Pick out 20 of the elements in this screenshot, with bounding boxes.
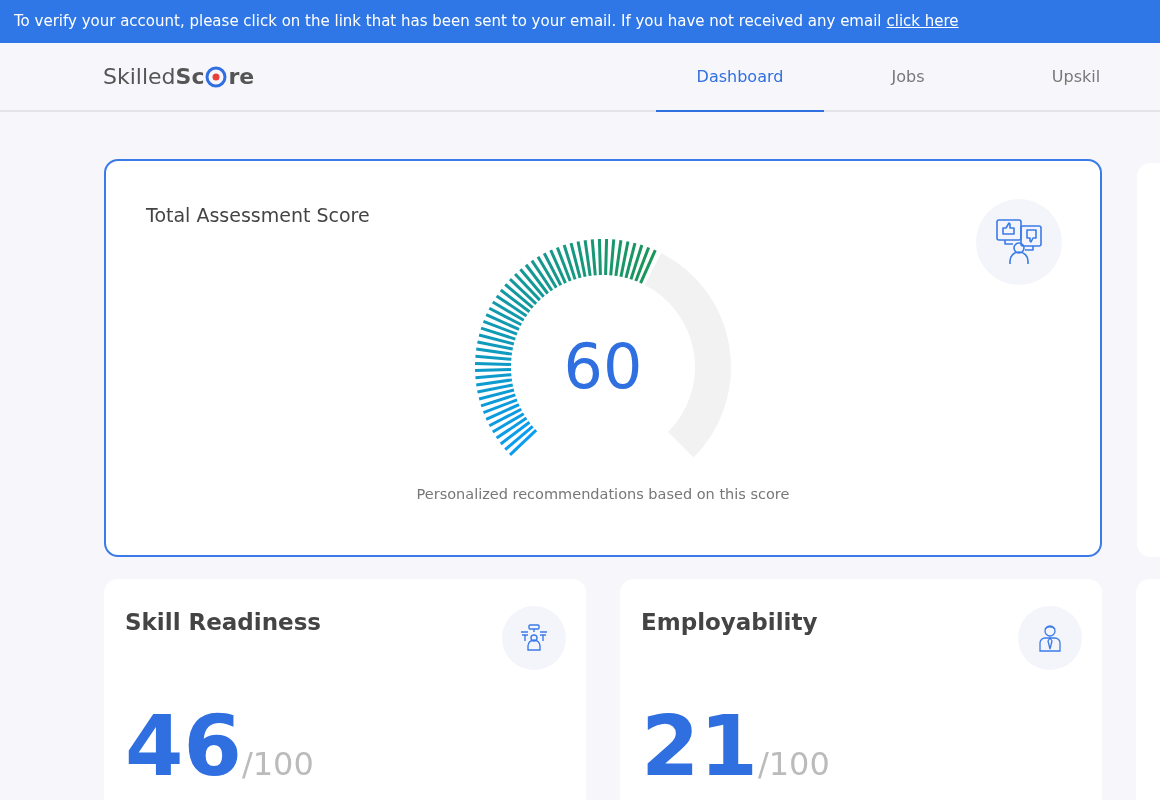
nav-tab[interactable]: Jobs [824, 43, 992, 112]
logo-text: re [228, 63, 255, 91]
score-value: 60 [563, 336, 643, 398]
metric-suffix: /100 [241, 748, 314, 780]
target-icon [205, 65, 228, 88]
nav-tab[interactable]: Dashboard [656, 43, 824, 112]
metric-value: 46 [125, 704, 242, 788]
logo-text: Sc [175, 63, 205, 91]
metric-suffix: /100 [757, 748, 830, 780]
banner-text: To verify your account, please click on the link that has been sent to your email. If you have not received any email [14, 11, 882, 33]
person-tie-icon [1038, 623, 1062, 653]
metric-value: 21 [641, 704, 758, 788]
logo-text: Skilled [103, 63, 176, 91]
score-caption: Personalized recommendations based on this score [416, 485, 790, 504]
card-title: Skill Readiness [125, 608, 322, 637]
card-title: Total Assessment Score [146, 203, 370, 228]
nav-tab[interactable]: Upskil [992, 43, 1160, 112]
person-signs-icon [519, 623, 549, 653]
click-here-link[interactable]: click here [886, 10, 959, 33]
card-title: Employability [641, 608, 818, 637]
